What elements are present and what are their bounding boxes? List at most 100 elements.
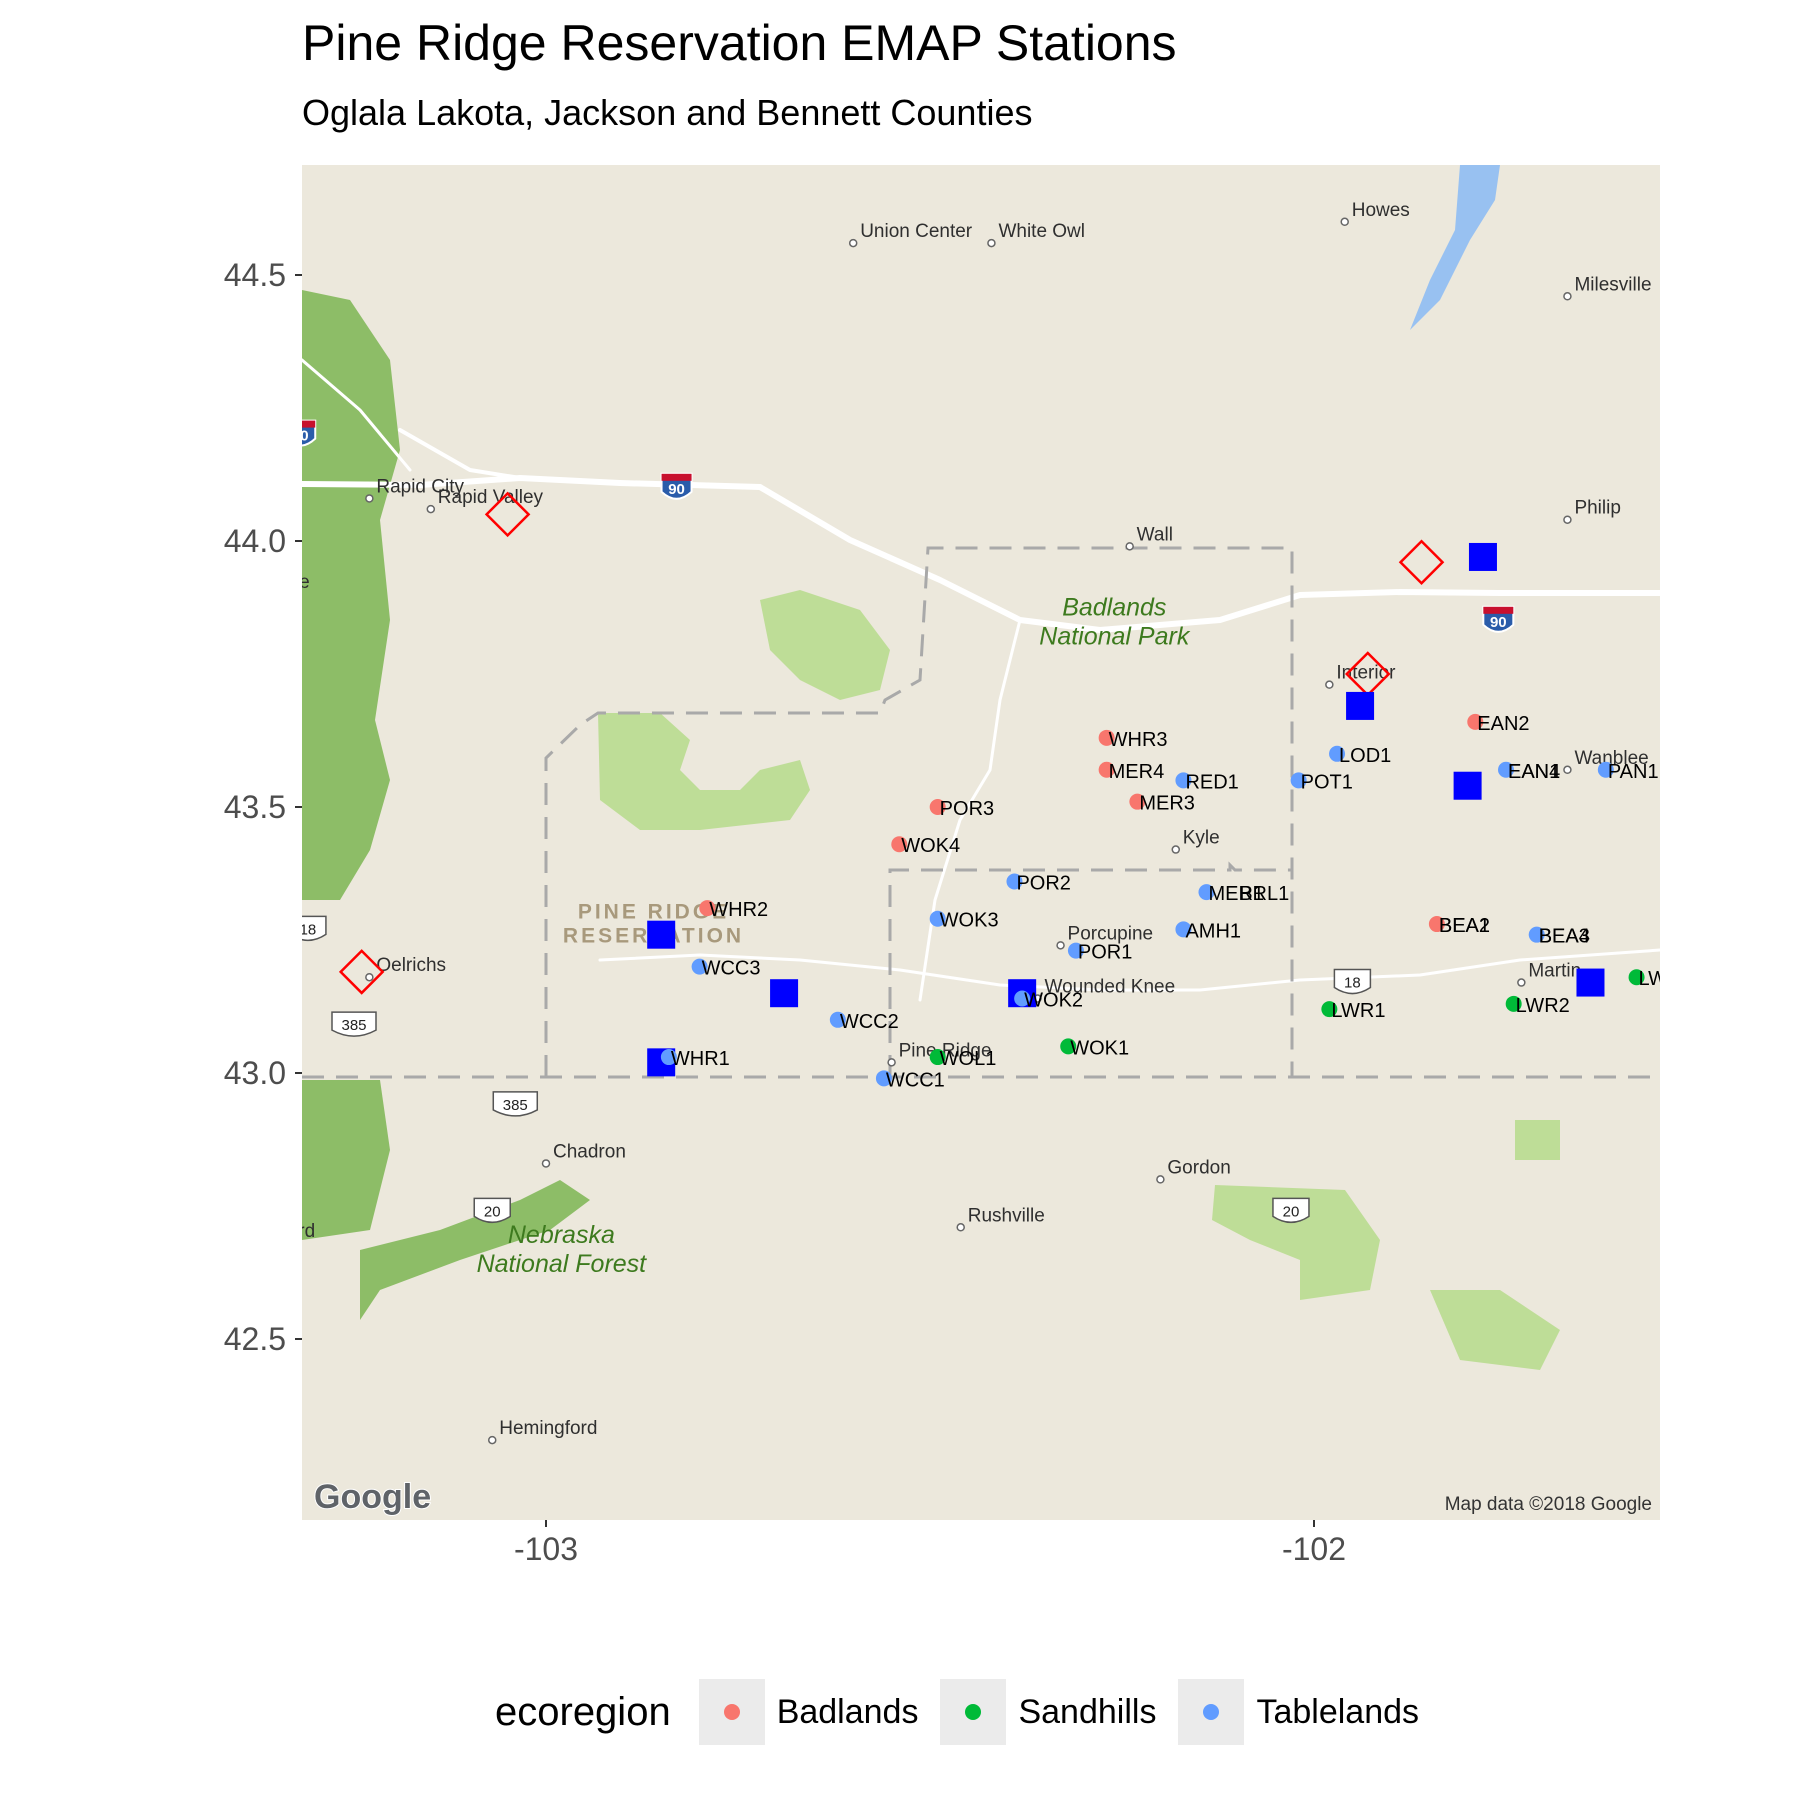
place-dot-icon (1563, 292, 1572, 301)
place-label: Howes (1352, 200, 1410, 221)
shield-number: 20 (484, 1203, 501, 1220)
legend-item-tablelands: Tablelands (1178, 1679, 1419, 1745)
place-dot-icon (151, 319, 158, 326)
station-point-buz1[interactable] (1721, 820, 1737, 836)
park-label: Grassland (0, 1130, 82, 1158)
x-tick-label: -103 (514, 1531, 578, 1567)
us-highway-shield-icon: 385 (331, 1011, 377, 1037)
y-tick-label: 44.0 (224, 523, 286, 559)
place-label: Hot Springs (184, 822, 283, 843)
place-dot-icon (1687, 628, 1694, 635)
station-point-pas3[interactable] (1705, 671, 1721, 687)
station-point-pas2[interactable] (1751, 772, 1767, 788)
interstate-shield-icon: 90 (660, 472, 693, 500)
place-label: Hemingford (499, 1418, 597, 1439)
station-point-lwr4[interactable] (1774, 756, 1790, 772)
legend-label-badlands: Badlands (776, 1692, 919, 1731)
place-dot-icon (228, 1240, 235, 1247)
station-label-ean4: EAN4 (1508, 761, 1560, 783)
station-label-pot1: POT1 (1301, 771, 1353, 793)
place-dot-icon (1056, 941, 1065, 950)
legend-item-sandhills: Sandhills (940, 1679, 1156, 1745)
station-label-bea4: BEA4 (1539, 926, 1590, 948)
place-dot-icon (541, 1159, 551, 1168)
reference-diamond-marker (1677, 807, 1719, 849)
interstate-shield-icon: 90 (302, 419, 317, 447)
shield-number: 385 (341, 1017, 366, 1034)
legend-key-sandhills (940, 1679, 1007, 1745)
place-label: Crawford (238, 1221, 315, 1242)
legend-item-badlands: Badlands (698, 1679, 919, 1745)
place-label: Oelrichs (376, 955, 446, 976)
place-dot-icon (365, 972, 374, 982)
place-label: Cherry Creek (1705, 200, 1800, 221)
us-highway-shield-icon: 385 (492, 1091, 539, 1117)
station-label-wcc1: WCC1 (886, 1069, 945, 1091)
place-label: White Owl (998, 221, 1085, 242)
reference-square-marker (647, 920, 676, 949)
grassland-valentine-shape (1515, 1120, 1560, 1160)
station-label-lwr2: LWR2 (1516, 995, 1570, 1017)
place-dot-icon (1695, 218, 1702, 225)
place-label: Sturgis (161, 301, 220, 322)
station-point-pas1[interactable] (1759, 879, 1775, 895)
place-dot-icon (174, 841, 181, 848)
place-dot-icon (1171, 845, 1181, 854)
park-label: Badlands (1062, 593, 1166, 621)
station-label-red1: RED1 (1185, 771, 1238, 793)
shield-number: 90 (1490, 614, 1507, 631)
reference-square-marker (770, 979, 799, 1008)
place-label: Wall (1137, 524, 1173, 545)
place-label: Rapid Valley (438, 487, 544, 508)
place-dot-icon (487, 1435, 497, 1445)
station-label-wok2: WOK2 (1024, 990, 1083, 1012)
shield-number: 18 (300, 921, 317, 938)
place-dot-icon (426, 504, 436, 514)
interstate-shield-icon: 90 (1482, 605, 1515, 633)
place-dot-icon (987, 238, 996, 248)
shield-number: 385 (503, 1097, 528, 1114)
park-label: National Forest (477, 1250, 648, 1278)
place-dot-icon (1563, 515, 1572, 524)
place-label: Gordon (1167, 1157, 1230, 1178)
place-dot-icon (1517, 978, 1526, 987)
station-label-wcc3: WCC3 (702, 958, 761, 980)
station-label-bea2: BEA2 (1439, 915, 1490, 937)
station-label-lwr4: LWR4 (1784, 755, 1800, 777)
station-label-wok4: WOK4 (901, 835, 960, 857)
interstate-shield-band (302, 420, 316, 428)
shield-number: 20 (1283, 1203, 1300, 1220)
place-label: Keystone (230, 572, 309, 593)
station-label-mer3: MER3 (1139, 793, 1195, 815)
place-label: Kyle (1183, 828, 1220, 849)
station-label-lod1: LOD1 (1339, 745, 1391, 767)
station-label-por1: POR1 (1078, 942, 1132, 964)
shield-number: 16A (256, 666, 283, 683)
us-shield-body (32, 161, 76, 185)
interstate-shield-band (1483, 606, 1514, 614)
shield-number: 212 (42, 166, 67, 183)
shield-number: 385 (180, 772, 205, 789)
place-label: Milesville (1574, 274, 1651, 295)
park-label: Oglala (0, 1072, 60, 1100)
park-label: Nebraska (508, 1221, 615, 1249)
sandhills-dot-icon (965, 1704, 982, 1720)
place-label: Union Center (860, 221, 973, 242)
place-label: Martin (1528, 961, 1581, 982)
park-label: Hills (0, 476, 47, 504)
place-dot-icon (848, 238, 858, 248)
station-label-por2: POR2 (1016, 872, 1070, 894)
place-dot-icon (1563, 765, 1572, 775)
interstate-shield-band (661, 473, 692, 481)
badlands-dot-icon (723, 1704, 740, 1720)
station-label-whr1: WHR1 (671, 1048, 730, 1070)
place-label: Philip (1574, 498, 1620, 519)
legend-label-tablelands: Tablelands (1256, 1692, 1420, 1731)
place-dot-icon (887, 1058, 896, 1067)
station-label-pas3: PAS3 (1715, 670, 1765, 692)
map-plot[interactable]: Howes Union Center White Owl Cherry Creek Mi… (0, 0, 1800, 1800)
us-highway-shield-icon: 18 (1333, 968, 1372, 995)
reference-diamond-marker (156, 829, 198, 871)
google-logo: Google (314, 1478, 431, 1516)
park-label: Forest (0, 505, 60, 533)
